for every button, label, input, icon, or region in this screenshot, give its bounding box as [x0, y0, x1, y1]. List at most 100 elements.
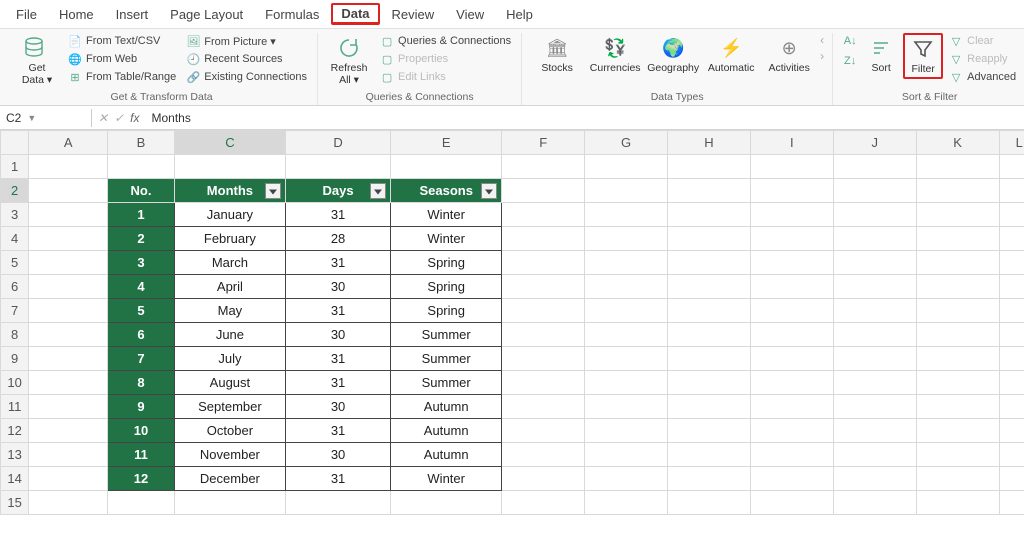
cell-C11[interactable]: September	[174, 395, 285, 419]
cell-A7[interactable]	[29, 299, 108, 323]
cell-G3[interactable]	[585, 203, 668, 227]
cell-L6[interactable]	[999, 275, 1024, 299]
cell-F15[interactable]	[502, 491, 585, 515]
cell-B7[interactable]: 5	[108, 299, 175, 323]
cell-J5[interactable]	[833, 251, 916, 275]
row-header-2[interactable]: 2	[1, 179, 29, 203]
gt-from-table-range[interactable]: ⊞From Table/Range	[66, 69, 178, 85]
cell-L8[interactable]	[999, 323, 1024, 347]
cell-I15[interactable]	[750, 491, 833, 515]
row-header-6[interactable]: 6	[1, 275, 29, 299]
cell-C7[interactable]: May	[174, 299, 285, 323]
cell-D14[interactable]: 31	[286, 467, 391, 491]
cell-L9[interactable]	[999, 347, 1024, 371]
cell-I14[interactable]	[750, 467, 833, 491]
cell-H5[interactable]	[668, 251, 751, 275]
cell-H11[interactable]	[668, 395, 751, 419]
row-header-13[interactable]: 13	[1, 443, 29, 467]
row-header-10[interactable]: 10	[1, 371, 29, 395]
cell-E7[interactable]: Spring	[391, 299, 502, 323]
cell-C10[interactable]: August	[174, 371, 285, 395]
cell-A9[interactable]	[29, 347, 108, 371]
cell-B14[interactable]: 12	[108, 467, 175, 491]
cell-C2[interactable]: Months	[174, 179, 285, 203]
cell-E2[interactable]: Seasons	[391, 179, 502, 203]
cell-G10[interactable]	[585, 371, 668, 395]
cell-A13[interactable]	[29, 443, 108, 467]
cell-C1[interactable]	[174, 155, 285, 179]
menu-formulas[interactable]: Formulas	[255, 4, 329, 25]
gt-recent-sources[interactable]: 🕘Recent Sources	[184, 51, 309, 67]
cell-E8[interactable]: Summer	[391, 323, 502, 347]
cell-F9[interactable]	[502, 347, 585, 371]
cell-E3[interactable]: Winter	[391, 203, 502, 227]
cell-L13[interactable]	[999, 443, 1024, 467]
cell-J1[interactable]	[833, 155, 916, 179]
refresh-all-button[interactable]: Refresh All ▾	[326, 33, 372, 88]
col-header-E[interactable]: E	[391, 131, 502, 155]
cell-J15[interactable]	[833, 491, 916, 515]
cell-F13[interactable]	[502, 443, 585, 467]
cell-D8[interactable]: 30	[286, 323, 391, 347]
cell-F2[interactable]	[502, 179, 585, 203]
cell-B6[interactable]: 4	[108, 275, 175, 299]
cell-D5[interactable]: 31	[286, 251, 391, 275]
gt-existing-connections[interactable]: 🔗Existing Connections	[184, 69, 309, 85]
cell-K8[interactable]	[916, 323, 999, 347]
cell-B9[interactable]: 7	[108, 347, 175, 371]
cell-C4[interactable]: February	[174, 227, 285, 251]
cell-A1[interactable]	[29, 155, 108, 179]
cell-B1[interactable]	[108, 155, 175, 179]
col-header-F[interactable]: F	[502, 131, 585, 155]
menu-review[interactable]: Review	[382, 4, 445, 25]
get-data-button[interactable]: Get Data ▾	[14, 33, 60, 88]
cell-H13[interactable]	[668, 443, 751, 467]
cell-J11[interactable]	[833, 395, 916, 419]
cell-H7[interactable]	[668, 299, 751, 323]
menu-page-layout[interactable]: Page Layout	[160, 4, 253, 25]
cell-K7[interactable]	[916, 299, 999, 323]
cell-D2[interactable]: Days	[286, 179, 391, 203]
cell-C13[interactable]: November	[174, 443, 285, 467]
row-header-9[interactable]: 9	[1, 347, 29, 371]
row-header-4[interactable]: 4	[1, 227, 29, 251]
enter-icon[interactable]: ✓	[114, 111, 124, 125]
cell-G12[interactable]	[585, 419, 668, 443]
cell-I2[interactable]	[750, 179, 833, 203]
col-header-J[interactable]: J	[833, 131, 916, 155]
cell-A3[interactable]	[29, 203, 108, 227]
cell-F1[interactable]	[502, 155, 585, 179]
datatype-stocks[interactable]: 🏛Stocks	[530, 33, 584, 77]
cell-H12[interactable]	[668, 419, 751, 443]
cell-H6[interactable]	[668, 275, 751, 299]
cell-K6[interactable]	[916, 275, 999, 299]
cell-I13[interactable]	[750, 443, 833, 467]
cell-G8[interactable]	[585, 323, 668, 347]
cell-G4[interactable]	[585, 227, 668, 251]
col-header-C[interactable]: C	[174, 131, 285, 155]
row-header-14[interactable]: 14	[1, 467, 29, 491]
cell-B10[interactable]: 8	[108, 371, 175, 395]
fx-icon[interactable]: fx	[130, 111, 139, 125]
cell-G1[interactable]	[585, 155, 668, 179]
cell-L4[interactable]	[999, 227, 1024, 251]
chevron-left-icon[interactable]: ‹	[820, 33, 824, 47]
cell-A11[interactable]	[29, 395, 108, 419]
cell-E11[interactable]: Autumn	[391, 395, 502, 419]
cell-J14[interactable]	[833, 467, 916, 491]
cell-I4[interactable]	[750, 227, 833, 251]
cell-L5[interactable]	[999, 251, 1024, 275]
cell-C14[interactable]: December	[174, 467, 285, 491]
cell-C12[interactable]: October	[174, 419, 285, 443]
name-box[interactable]: C2 ▼	[0, 109, 92, 127]
cell-J13[interactable]	[833, 443, 916, 467]
cell-I3[interactable]	[750, 203, 833, 227]
cell-B12[interactable]: 10	[108, 419, 175, 443]
cell-H9[interactable]	[668, 347, 751, 371]
cell-G15[interactable]	[585, 491, 668, 515]
cell-E13[interactable]: Autumn	[391, 443, 502, 467]
cell-B15[interactable]	[108, 491, 175, 515]
cell-I8[interactable]	[750, 323, 833, 347]
cell-G11[interactable]	[585, 395, 668, 419]
cell-J8[interactable]	[833, 323, 916, 347]
